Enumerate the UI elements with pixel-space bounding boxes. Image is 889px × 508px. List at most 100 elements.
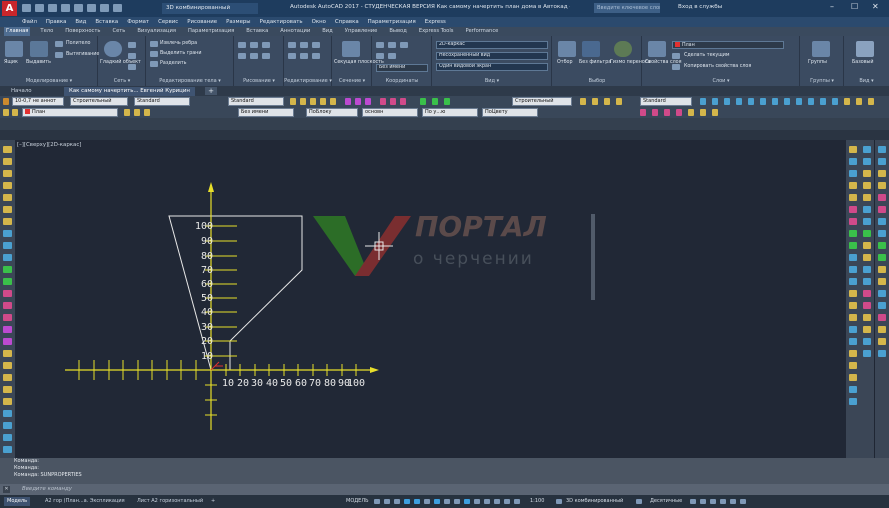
tab-mesh[interactable]: Сеть bbox=[110, 27, 127, 36]
modify-icon[interactable] bbox=[863, 326, 871, 333]
modify-icon[interactable] bbox=[863, 194, 871, 201]
new-file-icon[interactable] bbox=[22, 4, 31, 12]
mesh-tool-icon[interactable] bbox=[128, 53, 136, 59]
ucs-icon[interactable] bbox=[388, 53, 396, 59]
menu-express[interactable]: Express bbox=[425, 17, 446, 27]
tool-icon[interactable] bbox=[688, 109, 694, 116]
rotate-icon[interactable] bbox=[300, 42, 308, 48]
modeling-footer[interactable]: Моделирование ▾ bbox=[0, 77, 98, 86]
modify-icon[interactable] bbox=[863, 218, 871, 225]
dimension-icon[interactable] bbox=[849, 182, 857, 189]
draw-footer[interactable]: Рисование ▾ bbox=[234, 77, 284, 86]
save-as-icon[interactable] bbox=[61, 4, 70, 12]
scale-icon[interactable] bbox=[3, 434, 12, 441]
dimension-icon[interactable] bbox=[849, 362, 857, 369]
tool-icon[interactable] bbox=[355, 98, 361, 105]
ucs-icon[interactable] bbox=[376, 53, 384, 59]
close-command-icon[interactable]: ✕ bbox=[3, 486, 10, 493]
viewport-config-combo[interactable]: Один видовой экран bbox=[436, 63, 548, 71]
selection-footer[interactable]: Выбор bbox=[552, 77, 642, 86]
dim-style-combo-2[interactable]: Строительный bbox=[512, 97, 572, 106]
modify-icon[interactable] bbox=[863, 206, 871, 213]
dimension-icon[interactable] bbox=[849, 242, 857, 249]
menu-file[interactable]: Файл bbox=[22, 17, 37, 27]
workspace-select[interactable]: 3D комбинированный bbox=[162, 3, 258, 14]
undo-icon[interactable] bbox=[87, 4, 96, 12]
view-right-footer[interactable]: Вид ▾ bbox=[844, 77, 889, 86]
section-footer[interactable]: Сечение ▾ bbox=[332, 77, 372, 86]
auto-scale-icon[interactable] bbox=[514, 499, 520, 504]
mesh-tool-icon[interactable] bbox=[128, 64, 136, 70]
tool-icon[interactable] bbox=[664, 109, 670, 116]
workspace-gear-icon[interactable] bbox=[556, 499, 562, 504]
maximize-button[interactable]: ☐ bbox=[851, 2, 858, 11]
tool-icon[interactable] bbox=[390, 98, 396, 105]
arc-icon[interactable] bbox=[3, 206, 12, 213]
mesh-tool-icon[interactable] bbox=[128, 42, 136, 48]
transparency-icon[interactable] bbox=[444, 499, 450, 504]
view-icon[interactable] bbox=[878, 170, 886, 177]
layers-footer[interactable]: Слои ▾ bbox=[642, 77, 800, 86]
dimension-icon[interactable] bbox=[849, 314, 857, 321]
dimension-icon[interactable] bbox=[849, 146, 857, 153]
drawn-outline[interactable] bbox=[168, 215, 303, 371]
tool-icon[interactable] bbox=[868, 98, 874, 105]
tab-solid[interactable]: Тело bbox=[38, 27, 55, 36]
tool-icon[interactable] bbox=[856, 98, 862, 105]
menu-window[interactable]: Окно bbox=[312, 17, 326, 27]
offset-icon[interactable] bbox=[3, 386, 12, 393]
extract-faces-icon[interactable] bbox=[150, 51, 158, 57]
tool-icon[interactable] bbox=[330, 98, 336, 105]
osnap-icon[interactable] bbox=[414, 499, 420, 504]
rectangle-icon[interactable] bbox=[3, 194, 12, 201]
annotation-scale[interactable]: 1:100 bbox=[530, 497, 544, 506]
tool-icon[interactable] bbox=[320, 98, 326, 105]
tool-icon[interactable] bbox=[772, 98, 778, 105]
fillet-icon[interactable] bbox=[312, 53, 320, 59]
dimension-icon[interactable] bbox=[849, 266, 857, 273]
tool-icon[interactable] bbox=[592, 98, 598, 105]
tool-icon[interactable] bbox=[712, 109, 718, 116]
tool-icon[interactable] bbox=[420, 98, 426, 105]
ucs-combo[interactable]: Без имени bbox=[376, 64, 428, 72]
tab-view[interactable]: Вид bbox=[320, 27, 335, 36]
ortho-icon[interactable] bbox=[394, 499, 400, 504]
ellipse-icon[interactable] bbox=[3, 254, 12, 261]
dimension-icon[interactable] bbox=[849, 158, 857, 165]
hardware-acceleration-icon[interactable] bbox=[720, 499, 726, 504]
no-filter-icon[interactable] bbox=[582, 41, 600, 57]
modify-icon[interactable] bbox=[863, 314, 871, 321]
color-combo[interactable]: ПоБлоку bbox=[306, 108, 358, 117]
tab-home[interactable]: Главная bbox=[4, 27, 31, 36]
view-icon[interactable] bbox=[878, 206, 886, 213]
tool-icon[interactable] bbox=[640, 109, 646, 116]
view-icon[interactable] bbox=[878, 350, 886, 357]
tool-icon[interactable] bbox=[400, 98, 406, 105]
erase-icon[interactable] bbox=[3, 350, 12, 357]
tool-icon[interactable] bbox=[724, 98, 730, 105]
circle-icon[interactable] bbox=[3, 218, 12, 225]
tool-icon[interactable] bbox=[310, 98, 316, 105]
rectangle-icon[interactable] bbox=[250, 53, 258, 59]
named-view-combo[interactable]: Несохраненный вид bbox=[436, 52, 548, 60]
otrack-icon[interactable] bbox=[424, 499, 430, 504]
multileader-style-combo[interactable]: Standard bbox=[228, 97, 284, 106]
solid-editing-footer[interactable]: Редактирование тела ▾ bbox=[146, 77, 234, 86]
tool-icon[interactable] bbox=[300, 98, 306, 105]
block-icon[interactable] bbox=[3, 266, 12, 273]
modify-icon[interactable] bbox=[863, 158, 871, 165]
menu-tools[interactable]: Сервис bbox=[158, 17, 178, 27]
viewport-controls[interactable]: [–][Сверху][2D-каркас] bbox=[17, 142, 81, 148]
tool-icon[interactable] bbox=[444, 98, 450, 105]
workspace-status[interactable]: 3D комбинированный bbox=[566, 497, 623, 506]
minimize-button[interactable]: – bbox=[830, 2, 834, 11]
view-icon[interactable] bbox=[878, 266, 886, 273]
lineweight-combo[interactable]: По у...ю bbox=[422, 108, 478, 117]
copy-icon[interactable] bbox=[3, 362, 12, 369]
dimension-icon[interactable] bbox=[849, 326, 857, 333]
menu-parametric[interactable]: Параметризация bbox=[368, 17, 416, 27]
tab-output[interactable]: Вывод bbox=[387, 27, 408, 36]
dimension-icon[interactable] bbox=[849, 386, 857, 393]
tool-icon[interactable] bbox=[134, 109, 140, 116]
dimension-icon[interactable] bbox=[849, 206, 857, 213]
